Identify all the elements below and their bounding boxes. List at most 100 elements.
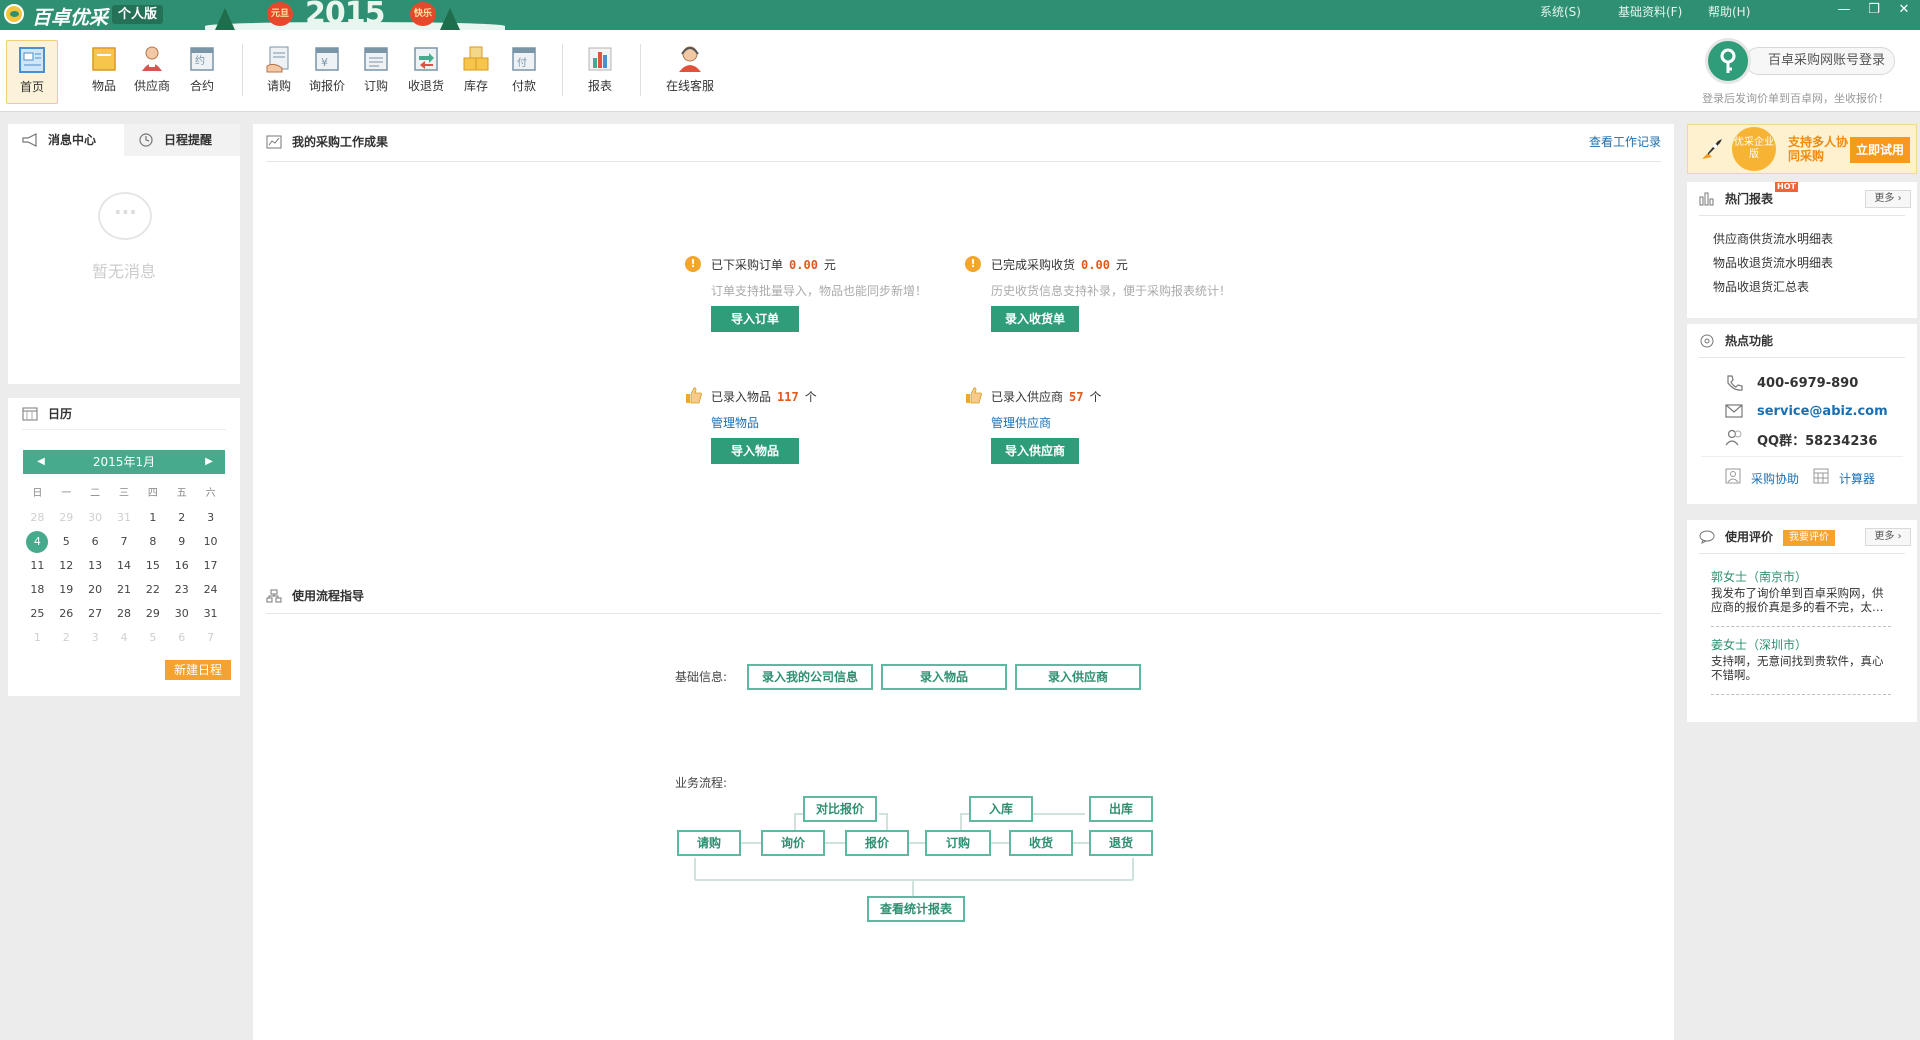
import-items-button[interactable]: 导入物品 [711,438,799,464]
toolbar-inventory-button[interactable]: 库存 [450,40,502,104]
enter-company-info-button[interactable]: 录入我的公司信息 [747,664,873,690]
toolbar-supplier-button[interactable]: 供应商 [126,40,178,104]
calendar-day[interactable]: 7 [196,626,225,650]
calendar-day[interactable]: 10 [196,530,225,554]
reviews-more-button[interactable]: 更多 › [1865,528,1911,546]
prev-month-arrow-icon[interactable]: ◀ [31,450,51,474]
toolbar-order-button[interactable]: 订购 [350,40,402,104]
calendar-day[interactable]: 9 [167,530,196,554]
calendar-day[interactable]: 6 [81,530,110,554]
account-login-button[interactable]: 百卓采购网账号登录 [1745,47,1895,75]
calendar-day[interactable]: 5 [52,530,81,554]
toolbar-inquiry-button[interactable]: ¥ 询报价 [301,40,353,104]
enter-receipt-button[interactable]: 录入收货单 [991,306,1079,332]
calendar-day[interactable]: 19 [52,578,81,602]
toolbar-report-button[interactable]: 报表 [574,40,626,104]
next-month-arrow-icon[interactable]: ▶ [199,450,219,474]
calendar-day[interactable]: 4 [23,530,52,554]
report-link-item-summary[interactable]: 物品收退货汇总表 [1713,278,1809,295]
calendar-day[interactable]: 4 [110,626,139,650]
step-inquiry[interactable]: 询价 [761,830,825,856]
step-receive[interactable]: 收货 [1009,830,1073,856]
calendar-day[interactable]: 11 [23,554,52,578]
calendar-day[interactable]: 18 [23,578,52,602]
calendar-day[interactable]: 3 [196,506,225,530]
calendar-day[interactable]: 20 [81,578,110,602]
calendar-day[interactable]: 15 [138,554,167,578]
hot-reports-more-button[interactable]: 更多 › [1865,190,1911,208]
calendar-day[interactable]: 14 [110,554,139,578]
calculator-link[interactable]: 计算器 [1839,470,1875,487]
report-link-supplier-flow[interactable]: 供应商供货流水明细表 [1713,230,1833,247]
calendar-day[interactable]: 25 [23,602,52,626]
calendar-day[interactable]: 2 [52,626,81,650]
toolbar-home-label: 首页 [19,80,44,94]
toolbar-customer-service-button[interactable]: 在线客服 [662,40,718,104]
enter-items-button[interactable]: 录入物品 [881,664,1007,690]
calendar-day[interactable]: 8 [138,530,167,554]
calendar-day[interactable]: 2 [167,506,196,530]
calendar-day[interactable]: 30 [167,602,196,626]
toolbar-receive-return-button[interactable]: 收退货 [400,40,452,104]
calendar-day[interactable]: 30 [81,506,110,530]
step-stock-in[interactable]: 入库 [969,796,1033,822]
tab-schedule-reminder[interactable]: 日程提醒 [124,124,240,156]
calendar-weekday: 三 [118,488,129,499]
manage-suppliers-link[interactable]: 管理供应商 [991,414,1051,431]
calendar-day[interactable]: 22 [138,578,167,602]
minimize-button[interactable]: — [1830,0,1858,22]
calendar-day[interactable]: 12 [52,554,81,578]
toolbar-home-button[interactable]: 首页 [6,40,58,104]
calendar-day[interactable]: 7 [110,530,139,554]
calendar-day[interactable]: 28 [23,506,52,530]
calendar-day[interactable]: 1 [138,506,167,530]
calendar-day[interactable]: 23 [167,578,196,602]
new-schedule-button[interactable]: 新建日程 [165,660,231,680]
calendar-day[interactable]: 13 [81,554,110,578]
purchase-assist-link[interactable]: 采购协助 [1751,470,1799,487]
calendar-day[interactable]: 21 [110,578,139,602]
view-stats-report-button[interactable]: 查看统计报表 [867,896,965,922]
calendar-day[interactable]: 26 [52,602,81,626]
toolbar-payment-button[interactable]: 付 付款 [498,40,550,104]
calendar-day[interactable]: 28 [110,602,139,626]
step-requisition[interactable]: 请购 [677,830,741,856]
toolbar-item-button[interactable]: 物品 [78,40,130,104]
tab-message-center[interactable]: 消息中心 [8,124,124,156]
try-now-button[interactable]: 立即试用 [1850,137,1910,163]
toolbar-contract-button[interactable]: 约 合约 [176,40,228,104]
restore-button[interactable]: ❐ [1860,0,1888,22]
calendar-day[interactable]: 17 [196,554,225,578]
calendar-day[interactable]: 16 [167,554,196,578]
step-order[interactable]: 订购 [925,830,991,856]
calendar-day[interactable]: 6 [167,626,196,650]
write-review-button[interactable]: 我要评价 [1783,529,1836,546]
menu-system[interactable]: 系统(S) [1540,0,1581,24]
calendar-day[interactable]: 31 [110,506,139,530]
import-orders-button[interactable]: 导入订单 [711,306,799,332]
manage-items-link[interactable]: 管理物品 [711,414,759,431]
menu-basic-data[interactable]: 基础资料(F) [1618,0,1682,24]
import-suppliers-button[interactable]: 导入供应商 [991,438,1079,464]
enter-suppliers-button[interactable]: 录入供应商 [1015,664,1141,690]
calendar-day[interactable]: 1 [23,626,52,650]
toolbar-requisition-button[interactable]: 请购 [253,40,305,104]
step-quote[interactable]: 报价 [845,830,909,856]
toolbar-requisition-label: 请购 [266,79,291,93]
menu-help[interactable]: 帮助(H) [1708,0,1750,24]
step-compare-quotes[interactable]: 对比报价 [803,796,877,822]
view-work-log-link[interactable]: 查看工作记录 [1589,124,1661,160]
calendar-day[interactable]: 29 [52,506,81,530]
calendar-day[interactable]: 24 [196,578,225,602]
calendar-day[interactable]: 29 [138,602,167,626]
calendar-day[interactable]: 3 [81,626,110,650]
report-link-item-flow[interactable]: 物品收退货流水明细表 [1713,254,1833,271]
enterprise-promo-banner[interactable]: 优采企业版 支持多人协同采购 立即试用 [1687,124,1917,174]
step-return[interactable]: 退货 [1089,830,1153,856]
calendar-day[interactable]: 5 [138,626,167,650]
calendar-day[interactable]: 27 [81,602,110,626]
service-email-link[interactable]: service@abiz.com [1757,404,1888,419]
step-stock-out[interactable]: 出库 [1089,796,1153,822]
calendar-day[interactable]: 31 [196,602,225,626]
close-button[interactable]: ✕ [1890,0,1918,22]
